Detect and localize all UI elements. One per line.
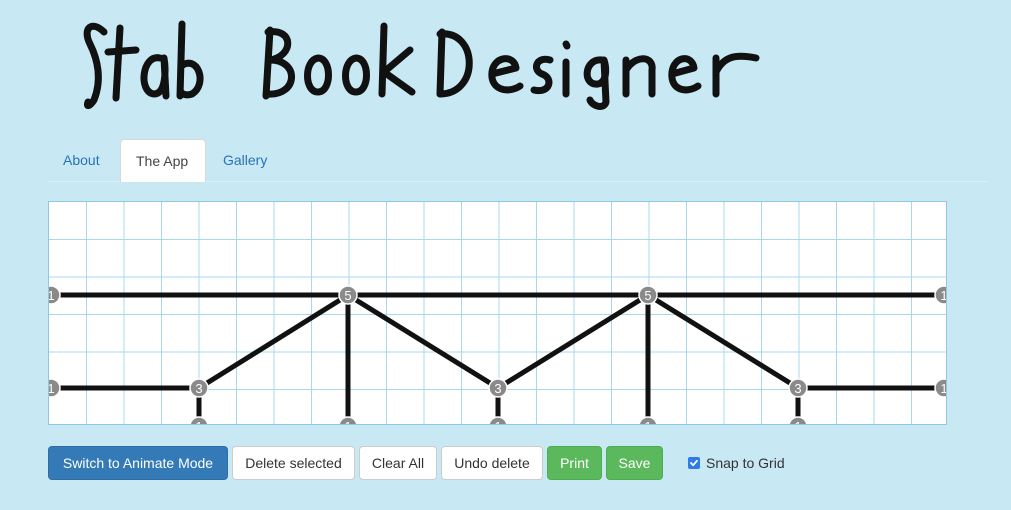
hinge-node[interactable]: 1 — [189, 416, 209, 425]
hinge-node[interactable]: 1 — [49, 378, 61, 398]
hinge-node[interactable]: 1 — [338, 416, 358, 425]
svg-text:1: 1 — [940, 381, 947, 396]
delete-selected-button[interactable]: Delete selected — [232, 446, 355, 480]
svg-text:1: 1 — [644, 419, 651, 425]
nav-tabs: About The App Gallery — [48, 139, 988, 182]
hinge-node[interactable]: 1 — [488, 416, 508, 425]
svg-text:3: 3 — [494, 381, 501, 396]
svg-text:3: 3 — [195, 381, 202, 396]
print-button[interactable]: Print — [547, 446, 602, 480]
svg-text:1: 1 — [49, 381, 55, 396]
diagonal-beam-4[interactable] — [646, 292, 800, 391]
hinge-node[interactable]: 1 — [934, 378, 947, 398]
svg-text:5: 5 — [644, 288, 651, 303]
svg-text:1: 1 — [494, 419, 501, 425]
svg-text:5: 5 — [344, 288, 351, 303]
hinge-node[interactable]: 1 — [49, 285, 61, 305]
tab-about[interactable]: About — [48, 139, 118, 181]
switch-to-animate-mode-button[interactable]: Switch to Animate Mode — [48, 446, 228, 480]
hinge-node[interactable]: 5 — [338, 285, 358, 305]
tab-the-app[interactable]: The App — [120, 139, 206, 182]
hinge-node[interactable]: 3 — [189, 378, 209, 398]
svg-text:1: 1 — [344, 419, 351, 425]
diagonal-beam-2[interactable] — [346, 292, 500, 391]
design-grid: 1 5 5 1 1 3 3 3 1 1 1 1 1 1 — [49, 202, 947, 425]
snap-to-grid-checkbox[interactable] — [688, 457, 700, 469]
svg-text:1: 1 — [794, 419, 801, 425]
svg-text:1: 1 — [940, 288, 947, 303]
hinge-node[interactable]: 5 — [638, 285, 658, 305]
app-logo — [80, 10, 780, 115]
svg-text:1: 1 — [195, 419, 202, 425]
diagonal-beam-3[interactable] — [496, 292, 650, 391]
hinge-node[interactable]: 3 — [488, 378, 508, 398]
svg-text:3: 3 — [794, 381, 801, 396]
undo-delete-button[interactable]: Undo delete — [441, 446, 543, 480]
design-canvas[interactable]: 1 5 5 1 1 3 3 3 1 1 1 1 1 1 — [48, 201, 947, 425]
hinge-node[interactable]: 3 — [788, 378, 808, 398]
clear-all-button[interactable]: Clear All — [359, 446, 437, 480]
hinge-node[interactable]: 1 — [638, 416, 658, 425]
save-button[interactable]: Save — [606, 446, 663, 480]
snap-to-grid-label: Snap to Grid — [706, 455, 785, 471]
svg-text:1: 1 — [49, 288, 55, 303]
hinge-node[interactable]: 1 — [934, 285, 947, 305]
hinge-node[interactable]: 1 — [788, 416, 808, 425]
checkmark-icon — [690, 459, 698, 467]
tab-gallery[interactable]: Gallery — [208, 139, 288, 181]
